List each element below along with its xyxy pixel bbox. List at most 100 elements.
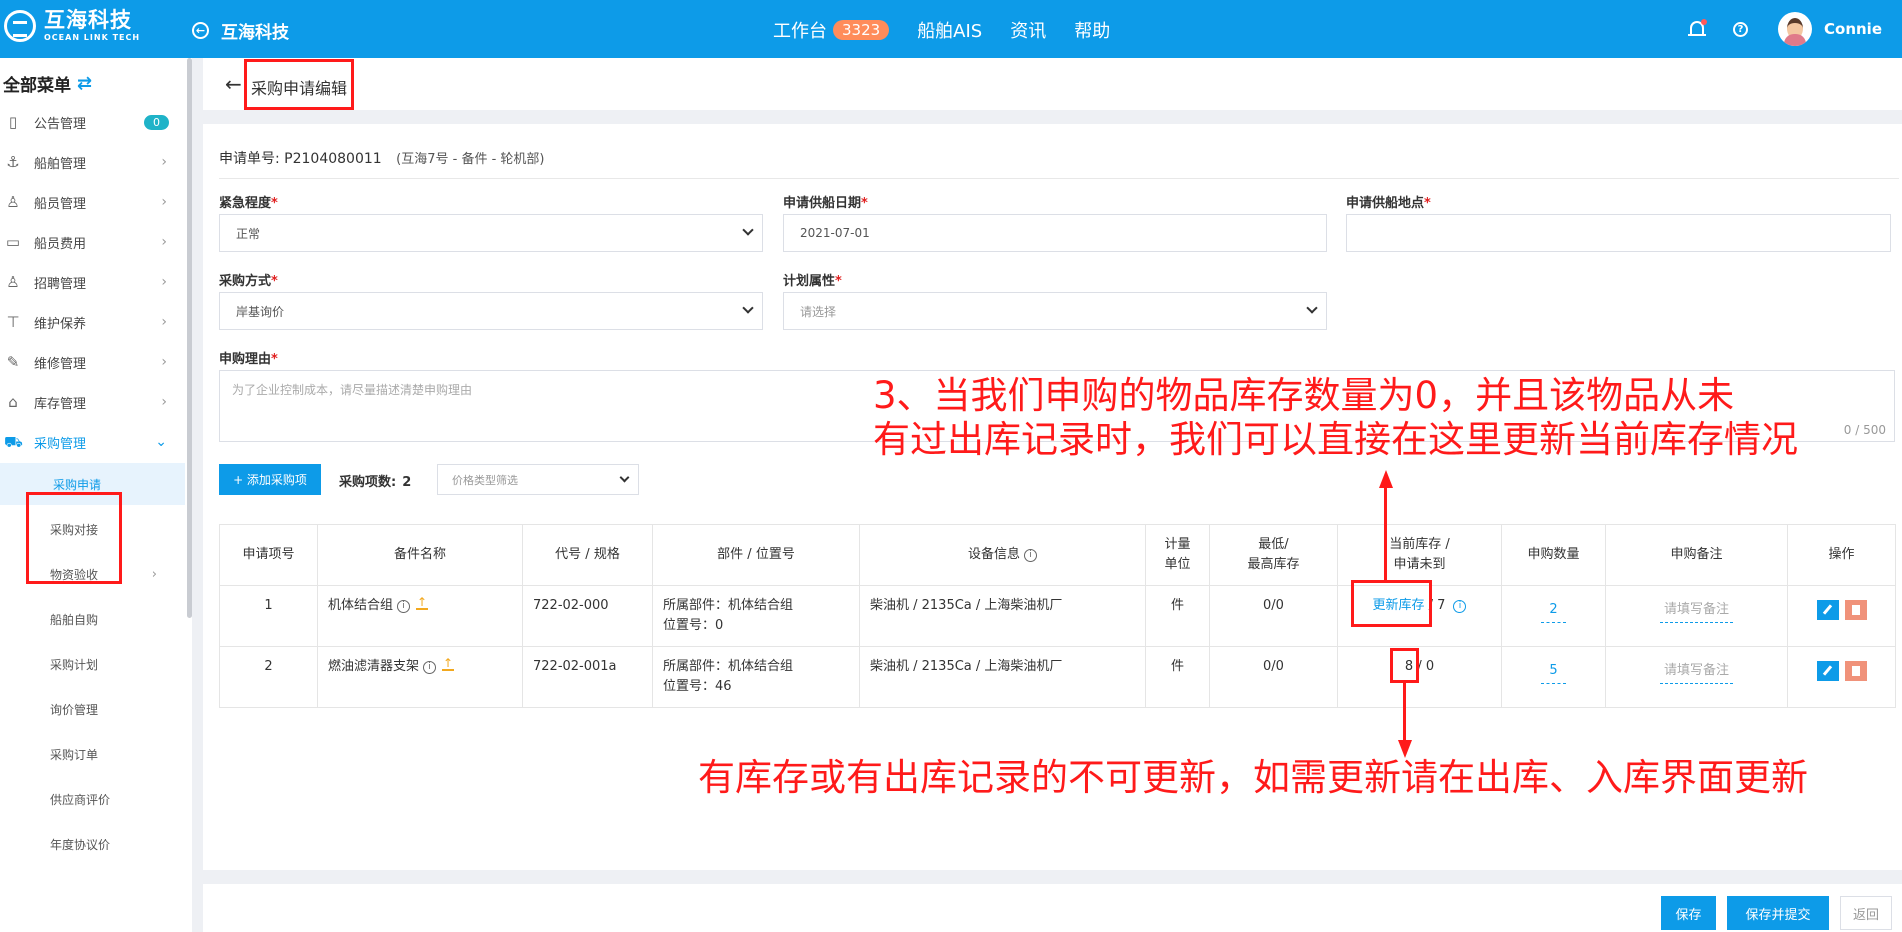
delete-icon[interactable] — [1844, 661, 1867, 681]
nav-help[interactable]: 帮助 — [1074, 17, 1110, 43]
bell-icon[interactable] — [1687, 19, 1707, 39]
sidebar-item-label: 船员管理 — [34, 196, 87, 212]
sidebar-item-crew[interactable]: ♙ 船员管理 › — [0, 182, 185, 222]
cell-unit: 件 — [1145, 585, 1210, 647]
supply-place-input[interactable] — [1346, 214, 1891, 252]
info-icon[interactable]: i — [1024, 549, 1037, 562]
brand-name: 互海科技 — [221, 23, 289, 43]
info-icon[interactable]: i — [1453, 600, 1467, 613]
request-number-value: P2104080011 — [284, 151, 382, 167]
supply-place-label: 申请供船地点* — [1346, 196, 1431, 211]
sidebar-item-recruit[interactable]: ♙ 招聘管理 › — [0, 262, 185, 302]
purchase-method-select[interactable]: 岸基询价 — [219, 292, 763, 330]
urgency-select[interactable]: 正常 — [219, 214, 763, 252]
col-part: 部件 / 位置号 — [652, 524, 860, 586]
question-icon[interactable]: ? — [1733, 21, 1748, 37]
cell-name: 燃油滤清器支架 i — [317, 646, 523, 708]
top-nav: 工作台 3323 船舶AIS 资讯 帮助 — [773, 17, 1138, 43]
notification-dot — [1701, 19, 1707, 25]
menu-title-label: 全部菜单 — [3, 76, 71, 96]
chevron-right-icon: › — [151, 566, 157, 582]
sidebar-item-maintenance[interactable]: ⊤ 维护保养 › — [0, 302, 185, 342]
supply-date-label: 申请供船日期* — [783, 196, 868, 211]
chevron-right-icon: › — [161, 154, 167, 170]
sidebar-item-crew-cost[interactable]: ▭ 船员费用 › — [0, 222, 185, 262]
sidebar-item-purchase[interactable]: ⛟ 采购管理 ⌄ — [0, 422, 185, 462]
chevron-down-icon: ⌄ — [155, 434, 167, 450]
purchase-method-label: 采购方式* — [219, 274, 278, 289]
sidebar-item-notice[interactable]: ▯ 公告管理 0 — [0, 102, 185, 142]
wrench-icon: ✎ — [6, 353, 20, 371]
remark-input[interactable]: 请填写备注 — [1659, 600, 1733, 623]
qty-input[interactable]: 2 — [1541, 600, 1566, 623]
back-arrow-icon[interactable]: ← — [225, 72, 242, 96]
nav-ais[interactable]: 船舶AIS — [917, 17, 982, 43]
brand-back-link[interactable]: ← 互海科技 — [192, 18, 289, 43]
add-item-button[interactable]: + 添加采购项 — [219, 464, 321, 495]
sidebar-item-vessel[interactable]: ⚓ 船舶管理 › — [0, 142, 185, 182]
swap-icon[interactable]: ⇄ — [77, 73, 92, 94]
cell-name: 机体结合组 i — [317, 585, 523, 647]
supply-date-input[interactable]: 2021-07-01 — [783, 214, 1327, 252]
user-name[interactable]: Connie — [1824, 20, 1882, 38]
save-button[interactable]: 保存 — [1661, 896, 1716, 930]
qty-input[interactable]: 5 — [1541, 661, 1566, 684]
wallet-icon: ▭ — [5, 233, 21, 251]
cell-remark: 请填写备注 — [1605, 585, 1788, 647]
sub-item-purchase-plan[interactable]: 采购计划 — [0, 643, 185, 685]
chevron-down-icon — [1306, 302, 1318, 314]
annotation-arrow-line — [1384, 486, 1387, 580]
upload-icon[interactable] — [416, 592, 429, 612]
chevron-right-icon: › — [161, 314, 167, 330]
cell-actions — [1787, 646, 1896, 708]
footer-bar: 保存 保存并提交 返回 — [203, 884, 1902, 932]
sidebar-item-repair[interactable]: ✎ 维修管理 › — [0, 342, 185, 382]
recruit-icon: ♙ — [6, 273, 20, 291]
delete-icon[interactable] — [1844, 600, 1867, 620]
annotation-note-bottom: 有库存或有出库记录的不可更新，如需更新请在出库、入库界面更新 — [698, 756, 1808, 799]
annotation-box-stock-value — [1390, 648, 1419, 683]
menu-title[interactable]: 全部菜单 ⇄ — [3, 71, 92, 96]
col-equipment: 设备信息 i — [859, 524, 1146, 586]
reason-char-count: 0 / 500 — [1843, 423, 1886, 437]
edit-icon[interactable] — [1816, 661, 1839, 681]
sub-item-purchase-order[interactable]: 采购订单 — [0, 733, 185, 775]
sidebar-item-inventory[interactable]: ⌂ 库存管理 › — [0, 382, 185, 422]
sub-item-inquiry[interactable]: 询价管理 — [0, 688, 185, 730]
chevron-down-icon — [742, 302, 754, 314]
logo[interactable]: 互海科技 OCEAN LINK TECH — [4, 10, 140, 42]
cell-part: 所属部件：机体结合组 位置号：46 — [652, 646, 860, 708]
nav-news[interactable]: 资讯 — [1010, 17, 1046, 43]
save-submit-button[interactable]: 保存并提交 — [1727, 896, 1829, 930]
chevron-right-icon: › — [161, 354, 167, 370]
sub-item-annual-price[interactable]: 年度协议价 — [0, 823, 185, 865]
logo-text: 互海科技 — [44, 8, 132, 32]
top-bar: 互海科技 OCEAN LINK TECH ← 互海科技 工作台 3323 船舶A… — [0, 0, 1902, 58]
table-header-row: 申请项号 备件名称 代号 / 规格 部件 / 位置号 设备信息 i 计量 单位 最低… — [219, 524, 1896, 586]
plan-attribute-label: 计划属性* — [783, 274, 842, 289]
sub-item-supplier-eval[interactable]: 供应商评价 — [0, 778, 185, 820]
back-circle-icon: ← — [192, 22, 209, 39]
sidebar-item-label: 维修管理 — [34, 356, 87, 372]
cell-code: 722-02-000 — [522, 585, 653, 647]
cell-remark: 请填写备注 — [1605, 646, 1788, 708]
sidebar-scrollbar[interactable] — [187, 58, 192, 618]
book-icon: ▯ — [8, 113, 18, 131]
sidebar-item-label: 公告管理 — [34, 116, 87, 132]
nav-workbench[interactable]: 工作台 3323 — [773, 17, 890, 43]
sidebar-item-label: 船舶管理 — [34, 156, 87, 172]
cell-equipment: 柴油机 / 2135Ca / 上海柴油机厂 — [859, 585, 1146, 647]
remark-input[interactable]: 请填写备注 — [1659, 661, 1733, 684]
info-icon[interactable]: i — [423, 661, 437, 674]
price-type-filter[interactable]: 价格类型筛选 — [437, 464, 639, 495]
info-icon[interactable]: i — [397, 600, 411, 613]
purchase-items-table: 申请项号 备件名称 代号 / 规格 部件 / 位置号 设备信息 i 计量 单位 最低… — [219, 524, 1896, 708]
plan-attribute-select[interactable]: 请选择 — [783, 292, 1327, 330]
upload-icon[interactable] — [442, 653, 455, 673]
back-button[interactable]: 返回 — [1840, 896, 1892, 930]
workbench-count-badge: 3323 — [833, 20, 890, 40]
sub-item-self-purchase[interactable]: 船舶自购 — [0, 598, 185, 640]
edit-icon[interactable] — [1816, 600, 1839, 620]
avatar[interactable] — [1778, 12, 1812, 46]
cell-current-stock: 8 / 0 — [1337, 646, 1502, 708]
